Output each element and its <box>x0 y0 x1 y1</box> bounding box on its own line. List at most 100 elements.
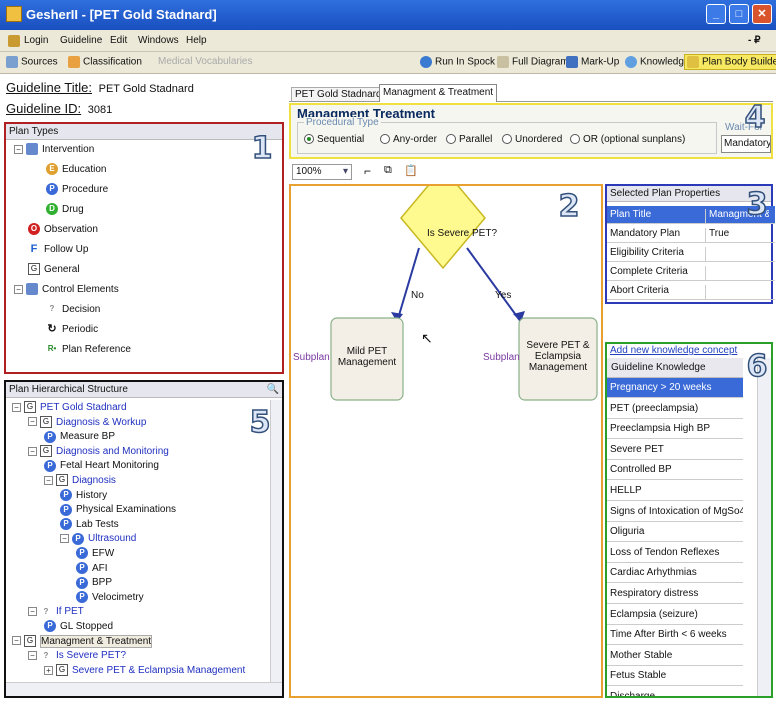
hierarchy-item[interactable]: − G Diagnosis & Workup <box>28 415 146 431</box>
run-in-spock-button[interactable]: Run In Spock <box>420 56 495 68</box>
radio-sequential[interactable]: Sequential <box>304 134 364 145</box>
expand-icon[interactable]: + <box>44 665 53 675</box>
tree-control-elements[interactable]: − Control Elements <box>14 282 119 298</box>
menu-edit[interactable]: Edit <box>110 35 127 46</box>
knowledge-concept-item[interactable]: Time After Birth < 6 weeks <box>607 625 743 646</box>
collapse-icon[interactable]: − <box>60 534 69 544</box>
close-button[interactable]: ✕ <box>752 4 772 24</box>
mdi-restore-button[interactable]: - ₽ <box>748 35 760 46</box>
hierarchy-item[interactable]: P Lab Tests <box>60 517 119 533</box>
knowledge-concept-item[interactable]: PET (preeclampsia) <box>607 399 743 419</box>
hierarchy-item[interactable]: P Measure BP <box>44 429 115 445</box>
property-value[interactable] <box>705 266 769 280</box>
vertical-scrollbar[interactable] <box>270 400 282 682</box>
tree-education[interactable]: E Education <box>46 162 106 178</box>
hierarchy-item[interactable]: − G Managment & Treatment <box>12 634 153 650</box>
knowledge-concept-item[interactable]: HELLP <box>607 481 743 501</box>
classification-button[interactable]: Classification <box>68 56 142 68</box>
tree-intervention[interactable]: − Intervention <box>14 142 94 158</box>
property-row[interactable]: Abort Criteria <box>607 282 775 300</box>
property-value[interactable] <box>705 285 769 299</box>
radio-unordered[interactable]: Unordered <box>502 134 562 145</box>
property-row[interactable]: Eligibility Criteria <box>607 244 775 262</box>
hierarchy-item[interactable]: − G PET Gold Stadnard <box>12 400 127 416</box>
knowledge-concept-item[interactable]: Respiratory distress <box>607 584 743 604</box>
knowledge-button[interactable]: Knowledge <box>625 56 689 68</box>
sources-button[interactable]: Sources <box>6 56 58 68</box>
hierarchy-item[interactable]: P GL Stopped <box>44 619 113 635</box>
collapse-icon[interactable]: − <box>28 607 37 617</box>
property-row[interactable]: Mandatory Plan True <box>607 225 775 243</box>
tree-drug[interactable]: D Drug <box>46 202 84 218</box>
hierarchy-item[interactable]: −? If PET <box>28 604 84 620</box>
tab-managment-treatment[interactable]: Managment & Treatment <box>379 84 498 102</box>
knowledge-concept-item[interactable]: Preeclampsia High BP <box>607 419 743 440</box>
knowledge-concept-item[interactable]: Oliguria <box>607 522 743 543</box>
knowledge-concept-item[interactable]: Fetus Stable <box>607 666 743 687</box>
collapse-icon[interactable]: − <box>14 144 23 154</box>
knowledge-concept-item[interactable]: Loss of Tendon Reflexes <box>607 543 743 563</box>
hierarchy-item[interactable]: P Velocimetry <box>76 590 144 606</box>
property-value[interactable]: True <box>705 228 769 242</box>
tree-follow-up[interactable]: F Follow Up <box>28 242 88 258</box>
collapse-icon[interactable]: − <box>12 402 21 412</box>
tree-plan-reference[interactable]: R• Plan Reference <box>46 342 131 358</box>
full-diagram-button[interactable]: Full Diagram <box>497 56 569 68</box>
knowledge-concept-item[interactable]: Mother Stable <box>607 646 743 666</box>
hierarchy-item[interactable]: P History <box>60 488 107 504</box>
menu-guideline[interactable]: Guideline <box>60 35 102 46</box>
knowledge-concept-item[interactable]: Pregnancy > 20 weeks <box>607 378 743 398</box>
collapse-icon[interactable]: − <box>44 475 53 485</box>
mark-up-button[interactable]: Mark-Up <box>566 56 619 68</box>
horizontal-scrollbar[interactable] <box>6 682 282 696</box>
tab-pet-gold-stadnard[interactable]: PET Gold Stadnard <box>291 87 386 101</box>
medical-vocabularies-button[interactable]: Medical Vocabularies <box>158 56 253 67</box>
collapse-icon[interactable]: − <box>28 651 37 661</box>
plan-body-builder-button[interactable]: Plan Body Builder <box>684 54 776 70</box>
hierarchy-item[interactable]: + G Severe PET & Eclampsia Management <box>44 663 245 679</box>
collapse-icon[interactable]: − <box>28 446 37 456</box>
hierarchy-item[interactable]: − G Diagnosis and Monitoring <box>28 444 169 460</box>
zoom-select[interactable]: 100% ▾ <box>292 164 352 180</box>
search-icon[interactable]: 🔍 <box>267 384 279 395</box>
wait-for-select[interactable]: Mandatory plans only <box>721 135 771 153</box>
connector-icon[interactable]: ⌐ <box>364 164 371 178</box>
property-value[interactable] <box>705 247 769 261</box>
knowledge-concept-item[interactable]: Signs of Intoxication of MgSo4 <box>607 502 743 522</box>
add-knowledge-link[interactable]: Add new knowledge concept <box>610 345 737 356</box>
hierarchy-item[interactable]: P Physical Examinations <box>60 502 176 518</box>
guideline-title-value[interactable]: PET Gold Stadnard <box>99 83 194 95</box>
knowledge-concept-item[interactable]: Controlled BP <box>607 460 743 481</box>
minimize-button[interactable]: _ <box>706 4 726 24</box>
menu-windows[interactable]: Windows <box>138 35 179 46</box>
knowledge-concept-item[interactable]: Discharge <box>607 687 743 696</box>
tree-observation[interactable]: O Observation <box>28 222 98 238</box>
hierarchy-item[interactable]: P EFW <box>76 546 114 562</box>
tree-procedure[interactable]: P Procedure <box>46 182 108 198</box>
radio-or-optional[interactable]: OR (optional sunplans) <box>570 134 685 145</box>
collapse-icon[interactable]: − <box>14 284 23 294</box>
hierarchy-item[interactable]: P Fetal Heart Monitoring <box>44 458 159 474</box>
diagram-canvas[interactable]: Is Severe PET? No Yes Mild PET Managemen… <box>289 184 603 698</box>
menu-help[interactable]: Help <box>186 35 207 46</box>
collapse-icon[interactable]: − <box>12 636 21 646</box>
collapse-icon[interactable]: − <box>28 417 37 427</box>
knowledge-scrollbar[interactable] <box>757 358 771 696</box>
hierarchy-item[interactable]: P BPP <box>76 575 112 591</box>
hierarchy-item[interactable]: P AFI <box>76 561 108 577</box>
property-row[interactable]: Complete Criteria <box>607 263 775 281</box>
copy-icon[interactable]: ⧉ <box>384 164 392 177</box>
radio-any-order[interactable]: Any-order <box>380 134 437 145</box>
radio-parallel[interactable]: Parallel <box>446 134 492 145</box>
maximize-button[interactable]: □ <box>729 4 749 24</box>
knowledge-concept-item[interactable]: Eclampsia (seizure) <box>607 605 743 625</box>
paste-icon[interactable]: 📋 <box>404 164 418 177</box>
hierarchy-item[interactable]: − G Diagnosis <box>44 473 116 489</box>
tree-decision[interactable]: ? Decision <box>46 302 100 318</box>
knowledge-concept-item[interactable]: Cardiac Arhythmias <box>607 563 743 584</box>
tree-periodic[interactable]: ↻ Periodic <box>46 322 98 338</box>
menu-login[interactable]: Login <box>24 35 48 46</box>
guideline-id-value[interactable]: 3081 <box>88 104 112 116</box>
hierarchy-item[interactable]: − P Ultrasound <box>60 531 136 547</box>
knowledge-concept-item[interactable]: Severe PET <box>607 440 743 460</box>
